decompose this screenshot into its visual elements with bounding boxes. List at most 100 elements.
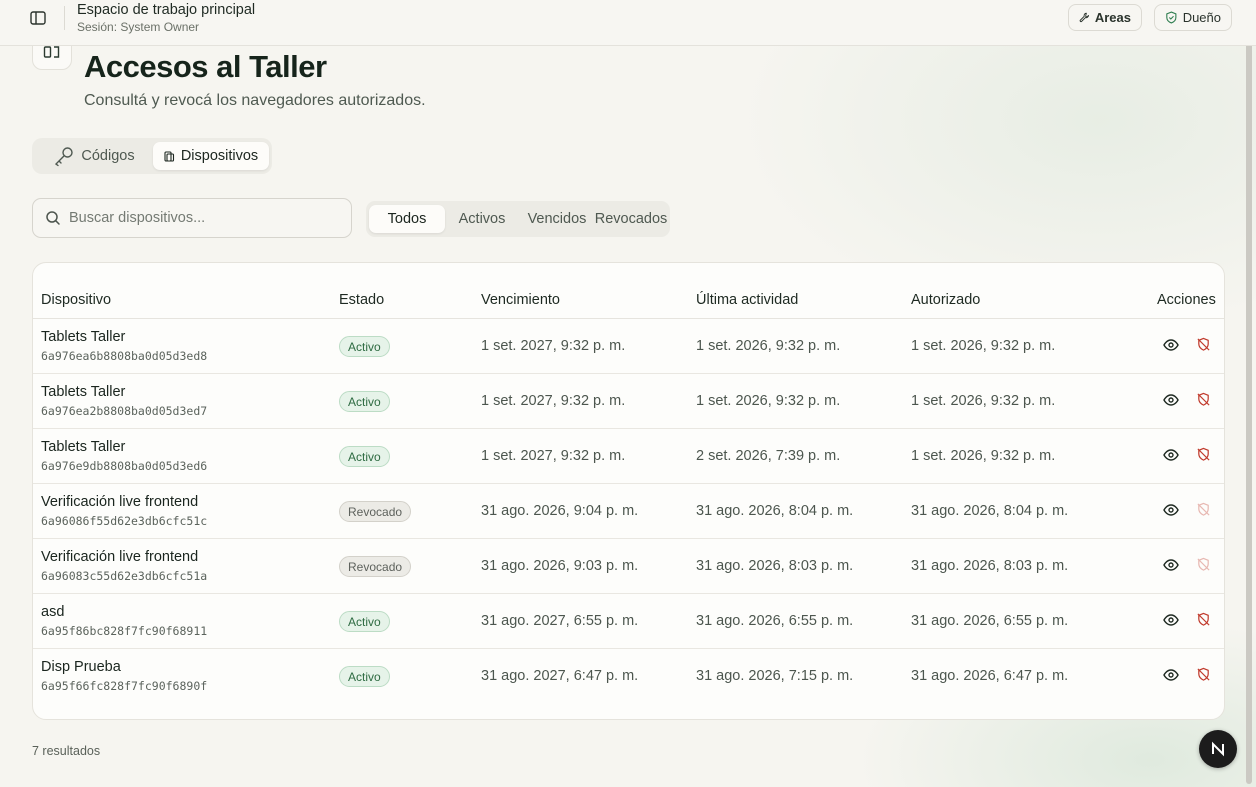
scrollbar[interactable] — [1246, 36, 1252, 784]
n-logo-icon — [1212, 741, 1224, 757]
device-name: asd — [41, 604, 65, 620]
authorized-cell: 31 ago. 2026, 8:03 p. m. — [911, 558, 1069, 574]
authorized-cell: 31 ago. 2026, 6:47 p. m. — [911, 668, 1069, 684]
table-row: Verificación live frontend 6a96083c55d62… — [33, 539, 1224, 594]
device-id: 6a976ea6b8808ba0d05d3ed8 — [41, 349, 208, 363]
eye-icon — [1163, 448, 1179, 466]
page-subtitle: Consultá y revocá los navegadores autori… — [84, 92, 426, 109]
device-id: 6a95f66fc828f7fc90f6890f — [41, 679, 208, 693]
expires-cell: 31 ago. 2027, 6:55 p. m. — [481, 613, 639, 629]
authorized-cell: 1 set. 2026, 9:32 p. m. — [911, 338, 1056, 354]
device-name: Tablets Taller — [41, 329, 126, 345]
status-badge: Activo — [339, 666, 390, 687]
revoke-button[interactable] — [1192, 336, 1214, 358]
authorized-cell: 31 ago. 2026, 6:55 p. m. — [911, 613, 1069, 629]
shield-off-icon — [1196, 557, 1211, 577]
eye-icon — [1163, 558, 1179, 576]
shield-off-icon — [1196, 612, 1211, 632]
eye-icon — [1163, 338, 1179, 356]
session-label: Sesión: System Owner — [77, 20, 200, 34]
owner-button[interactable]: Dueño — [1154, 4, 1232, 31]
eye-icon — [1163, 393, 1179, 411]
status-badge: Revocado — [339, 501, 412, 522]
sidebar-icon — [30, 11, 46, 25]
filter-expired[interactable]: Vencidos — [519, 205, 595, 233]
view-button[interactable] — [1160, 501, 1182, 523]
shield-check-icon — [1166, 11, 1177, 24]
shield-off-icon — [1196, 502, 1211, 522]
status-badge: Activo — [339, 391, 390, 412]
shield-off-icon — [1196, 337, 1211, 357]
view-button[interactable] — [1160, 446, 1182, 468]
status-badge: Activo — [339, 336, 390, 357]
section-tabs: Códigos Dispositivos — [32, 138, 272, 174]
shield-off-icon — [1196, 667, 1211, 687]
revoke-button[interactable] — [1192, 446, 1214, 468]
view-button[interactable] — [1160, 391, 1182, 413]
top-bar: Espacio de trabajo principal Sesión: Sys… — [0, 0, 1256, 46]
view-button[interactable] — [1160, 556, 1182, 578]
device-id: 6a95f86bc828f7fc90f68911 — [41, 624, 208, 638]
last-activity-cell: 1 set. 2026, 9:32 p. m. — [696, 338, 841, 354]
last-activity-cell: 31 ago. 2026, 8:03 p. m. — [696, 558, 854, 574]
last-activity-cell: 31 ago. 2026, 8:04 p. m. — [696, 503, 854, 519]
expires-cell: 31 ago. 2026, 9:04 p. m. — [481, 503, 639, 519]
shield-off-icon — [1196, 392, 1211, 412]
view-button[interactable] — [1160, 611, 1182, 633]
filter-active[interactable]: Activos — [445, 205, 519, 233]
expires-cell: 1 set. 2027, 9:32 p. m. — [481, 338, 626, 354]
status-filters: Todos Activos Vencidos Revocados — [366, 201, 670, 237]
dev-tools-button[interactable] — [1199, 730, 1237, 768]
expires-cell: 1 set. 2027, 9:32 p. m. — [481, 393, 626, 409]
expires-cell: 31 ago. 2026, 9:03 p. m. — [481, 558, 639, 574]
workspace-title: Espacio de trabajo principal — [77, 2, 256, 18]
view-button[interactable] — [1160, 336, 1182, 358]
column-expires: Vencimiento — [481, 292, 560, 308]
search-input[interactable] — [69, 210, 339, 226]
table-row: Tablets Taller 6a976ea6b8808ba0d05d3ed8 … — [33, 319, 1224, 374]
eye-icon — [1163, 503, 1179, 521]
key-icon — [55, 147, 74, 167]
results-count: 7 resultados — [32, 744, 101, 758]
sidebar-toggle-button[interactable] — [26, 6, 50, 30]
shield-off-icon — [1196, 447, 1211, 467]
revoke-button — [1192, 501, 1214, 523]
expires-cell: 31 ago. 2027, 6:47 p. m. — [481, 668, 639, 684]
column-device: Dispositivo — [41, 292, 112, 308]
table-row: Tablets Taller 6a976e9db8808ba0d05d3ed6 … — [33, 429, 1224, 484]
wrench-icon — [1079, 12, 1090, 23]
revoke-button — [1192, 556, 1214, 578]
status-badge: Revocado — [339, 556, 412, 577]
device-id: 6a96086f55d62e3db6cfc51c — [41, 514, 208, 528]
search-icon — [46, 211, 60, 225]
areas-label: Areas — [1094, 10, 1131, 25]
column-authorized: Autorizado — [911, 292, 981, 308]
device-name: Verificación live frontend — [41, 549, 199, 565]
last-activity-cell: 2 set. 2026, 7:39 p. m. — [696, 448, 841, 464]
filter-all[interactable]: Todos — [369, 205, 445, 233]
last-activity-cell: 31 ago. 2026, 6:55 p. m. — [696, 613, 854, 629]
device-name: Verificación live frontend — [41, 494, 199, 510]
device-id: 6a976ea2b8808ba0d05d3ed7 — [41, 404, 208, 418]
page-title: Accesos al Taller — [84, 49, 327, 84]
revoke-button[interactable] — [1192, 611, 1214, 633]
status-badge: Activo — [339, 446, 390, 467]
status-badge: Activo — [339, 611, 390, 632]
owner-label: Dueño — [1182, 10, 1221, 25]
column-actions: Acciones — [1157, 292, 1216, 308]
revoke-button[interactable] — [1192, 391, 1214, 413]
view-button[interactable] — [1160, 666, 1182, 688]
tab-codes[interactable]: Códigos — [35, 142, 153, 170]
filter-revoked[interactable]: Revocados — [595, 205, 668, 233]
last-activity-cell: 1 set. 2026, 9:32 p. m. — [696, 393, 841, 409]
areas-button[interactable]: Areas — [1068, 4, 1142, 31]
device-id: 6a96083c55d62e3db6cfc51a — [41, 569, 208, 583]
revoke-button[interactable] — [1192, 666, 1214, 688]
tab-codes-label: Códigos — [81, 148, 135, 164]
expires-cell: 1 set. 2027, 9:32 p. m. — [481, 448, 626, 464]
table-header: Dispositivo Estado Vencimiento Última ac… — [33, 263, 1224, 319]
divider — [64, 6, 65, 30]
search-box — [32, 198, 352, 238]
tab-devices[interactable]: Dispositivos — [153, 142, 269, 170]
devices-table: Dispositivo Estado Vencimiento Última ac… — [32, 262, 1225, 720]
